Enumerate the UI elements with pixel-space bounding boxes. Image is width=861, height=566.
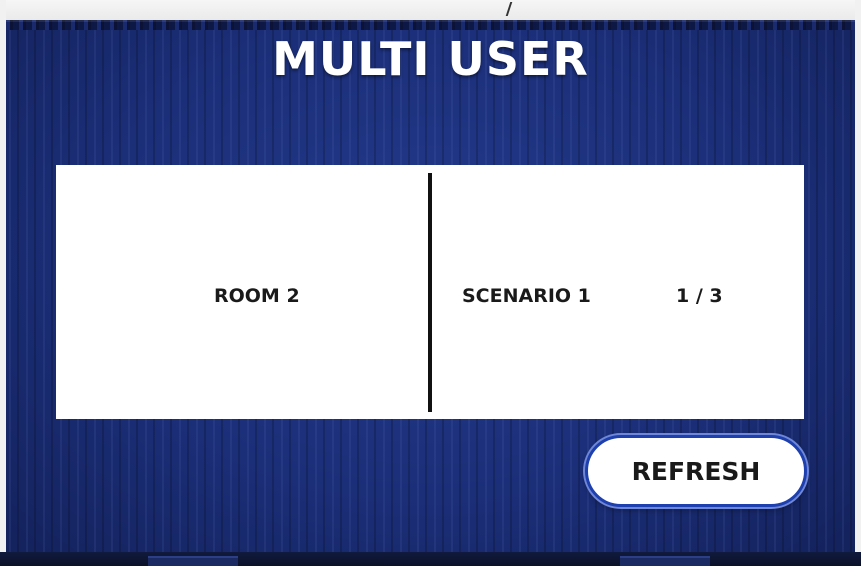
room-row-divider [428, 173, 432, 412]
room-scenario: SCENARIO 1 [462, 285, 591, 307]
room-row-card[interactable]: ROOM 2 SCENARIO 1 1 / 3 [56, 165, 804, 419]
multi-user-screen: MULTI USER ROOM 2 SCENARIO 1 1 / 3 REFRE… [0, 0, 861, 566]
room-player-count: 1 / 3 [676, 285, 723, 307]
refresh-button-label: REFRESH [631, 456, 761, 486]
screen-title: MULTI USER [272, 32, 589, 86]
bottom-notch-left [148, 556, 238, 566]
top-strip [0, 0, 861, 22]
refresh-button[interactable]: REFRESH [585, 435, 807, 507]
bottom-notch-right [620, 556, 710, 566]
top-edge-decoration [0, 20, 861, 30]
room-name: ROOM 2 [214, 285, 300, 307]
bottom-strip [0, 552, 861, 566]
